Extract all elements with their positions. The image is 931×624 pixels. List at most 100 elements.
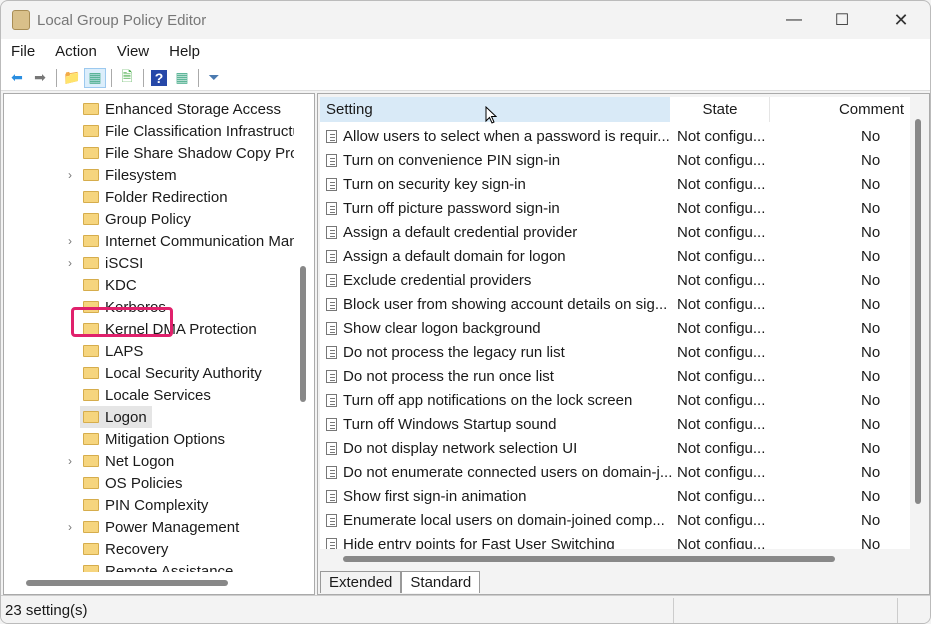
column-label: Setting <box>326 101 373 118</box>
setting-state: Not configu... <box>677 248 766 265</box>
tree-item-label: File Classification Infrastructure <box>105 122 294 140</box>
setting-state: Not configu... <box>677 176 766 193</box>
tree-item-label: OS Policies <box>105 474 183 492</box>
table-row[interactable]: Assign a default domain for logon Not con… <box>320 244 910 268</box>
setting-name: Do not process the run once list <box>343 368 554 385</box>
folder-icon <box>83 279 99 291</box>
list-horizontal-scrollbar[interactable] <box>343 556 835 562</box>
table-row[interactable]: Show first sign-in animation Not configu.… <box>320 484 910 508</box>
tree-item[interactable]: Folder Redirection <box>4 186 294 208</box>
menu-bar: File Action View Help <box>1 39 930 65</box>
policy-setting-icon <box>326 466 337 479</box>
table-row[interactable]: Do not display network selection UI Not c… <box>320 436 910 460</box>
setting-state: Not configu... <box>677 272 766 289</box>
setting-comment: No <box>861 512 881 529</box>
filter-icon[interactable]: ⏷ <box>203 68 225 88</box>
setting-name: Enumerate local users on domain-joined c… <box>343 512 665 529</box>
menu-view[interactable]: View <box>107 39 149 65</box>
folder-icon <box>83 169 99 181</box>
folder-icon <box>83 235 99 247</box>
tab-standard[interactable]: Standard <box>401 571 481 593</box>
table-row[interactable]: Block user from showing account details … <box>320 292 910 316</box>
tree-item[interactable]: OS Policies <box>4 472 294 494</box>
tree-item[interactable]: Mitigation Options <box>4 428 294 450</box>
setting-state: Not configu... <box>677 416 766 433</box>
up-folder-icon[interactable]: 📁 <box>61 68 83 88</box>
tree-item[interactable]: Locale Services <box>4 384 294 406</box>
policy-setting-icon <box>326 226 337 239</box>
table-row[interactable]: Turn on convenience PIN sign-in Not confi… <box>320 148 910 172</box>
export-list-icon[interactable]: 🗎 <box>116 68 138 88</box>
tree-item[interactable]: › Power Management <box>4 516 294 538</box>
menu-help[interactable]: Help <box>159 39 200 65</box>
list-header: Setting State Comment <box>320 97 910 122</box>
chevron-right-icon[interactable]: › <box>68 168 72 182</box>
table-row[interactable]: Do not enumerate connected users on doma… <box>320 460 910 484</box>
tree-item[interactable]: Enhanced Storage Access <box>4 98 294 120</box>
menu-action[interactable]: Action <box>45 39 97 65</box>
setting-state: Not configu... <box>677 320 766 337</box>
tree-vertical-scrollbar[interactable] <box>300 266 306 402</box>
help-icon[interactable]: ? <box>148 68 170 88</box>
list-vertical-scrollbar[interactable] <box>915 119 921 504</box>
tree-item[interactable]: File Classification Infrastructure <box>4 120 294 142</box>
tree-item[interactable]: PIN Complexity <box>4 494 294 516</box>
policy-setting-icon <box>326 250 337 263</box>
tree-item-label: Remote Assistance <box>105 562 234 573</box>
setting-state: Not configu... <box>677 200 766 217</box>
tree-item[interactable]: KDC <box>4 274 294 296</box>
tree-item[interactable]: Group Policy <box>4 208 294 230</box>
minimize-button[interactable]: — <box>771 1 817 39</box>
tree-item[interactable]: › Net Logon <box>4 450 294 472</box>
chevron-right-icon[interactable]: › <box>68 234 72 248</box>
folder-icon <box>83 191 99 203</box>
tree-item[interactable]: Logon <box>4 406 294 428</box>
column-comment[interactable]: Comment <box>771 97 910 122</box>
close-button[interactable]: ✕ <box>878 1 924 39</box>
table-row[interactable]: Show clear logon background Not configu..… <box>320 316 910 340</box>
chevron-right-icon[interactable]: › <box>68 256 72 270</box>
tree-item[interactable]: › Filesystem <box>4 164 294 186</box>
policy-setting-icon <box>326 178 337 191</box>
table-row[interactable]: Enumerate local users on domain-joined c… <box>320 508 910 532</box>
tree-item[interactable]: › Internet Communication Management <box>4 230 294 252</box>
tree-horizontal-scrollbar[interactable] <box>26 580 228 586</box>
tree-item[interactable]: File Share Shadow Copy Provider <box>4 142 294 164</box>
tree-item[interactable]: › iSCSI <box>4 252 294 274</box>
setting-comment: No <box>861 320 881 337</box>
menu-file[interactable]: File <box>1 39 35 65</box>
back-icon[interactable]: ⬅ <box>6 68 28 88</box>
table-row[interactable]: Do not process the legacy run list Not co… <box>320 340 910 364</box>
setting-comment: No <box>861 248 881 265</box>
settings-list: Setting State Comment Allow users to sel… <box>320 97 910 549</box>
tree-item[interactable]: Recovery <box>4 538 294 560</box>
tab-extended[interactable]: Extended <box>320 571 402 593</box>
table-row[interactable]: Hide entry points for Fast User Switchin… <box>320 532 910 549</box>
tree-item[interactable]: LAPS <box>4 340 294 362</box>
tree-item-label: Locale Services <box>105 386 211 404</box>
chevron-right-icon[interactable]: › <box>68 520 72 534</box>
table-row[interactable]: Assign a default credential provider Not … <box>320 220 910 244</box>
tree-item[interactable]: Remote Assistance <box>4 560 294 572</box>
maximize-button[interactable]: ☐ <box>819 1 865 39</box>
table-row[interactable]: Turn on security key sign-in Not configu.… <box>320 172 910 196</box>
table-row[interactable]: Allow users to select when a password is… <box>320 124 910 148</box>
setting-comment: No <box>861 296 881 313</box>
column-state[interactable]: State <box>671 97 770 122</box>
table-row[interactable]: Turn off Windows Startup sound Not config… <box>320 412 910 436</box>
show-action-pane-icon[interactable]: ▦ <box>171 68 193 88</box>
forward-icon[interactable]: ➡ <box>29 68 51 88</box>
mouse-cursor-icon <box>485 106 497 124</box>
table-row[interactable]: Turn off picture password sign-in Not con… <box>320 196 910 220</box>
setting-name: Turn on convenience PIN sign-in <box>343 152 561 169</box>
table-row[interactable]: Turn off app notifications on the lock s… <box>320 388 910 412</box>
table-row[interactable]: Exclude credential providers Not configu.… <box>320 268 910 292</box>
chevron-right-icon[interactable]: › <box>68 454 72 468</box>
tree-item-label: Power Management <box>105 518 240 536</box>
column-label: State <box>702 101 738 118</box>
setting-state: Not configu... <box>677 488 766 505</box>
table-row[interactable]: Do not process the run once list Not conf… <box>320 364 910 388</box>
folder-icon <box>83 477 99 489</box>
tree-item[interactable]: Local Security Authority <box>4 362 294 384</box>
show-hide-tree-icon[interactable]: ▦ <box>84 67 106 88</box>
